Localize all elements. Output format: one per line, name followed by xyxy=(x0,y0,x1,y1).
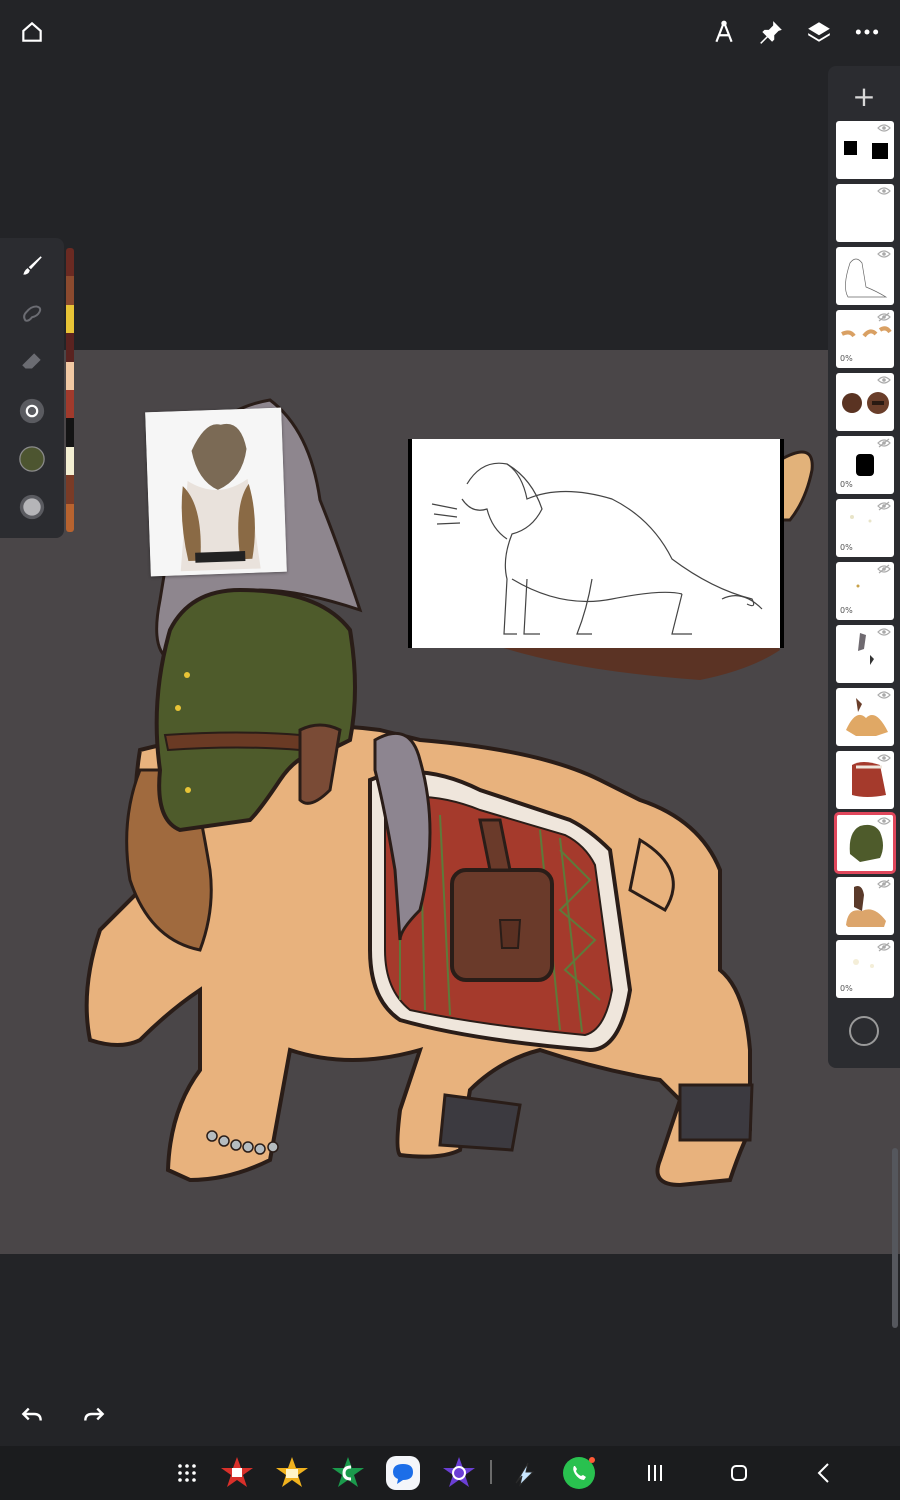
whatsapp-app-icon[interactable] xyxy=(560,1454,598,1492)
belt xyxy=(163,731,301,752)
system-nav-bar xyxy=(0,1446,900,1500)
eye-icon[interactable] xyxy=(877,690,891,700)
ruler-compass-icon[interactable] xyxy=(704,12,744,52)
layers-icon[interactable] xyxy=(799,12,839,52)
layer-opacity-label: 0% xyxy=(840,606,853,615)
undo-icon[interactable] xyxy=(12,1396,52,1432)
layer-thumbnail-1[interactable] xyxy=(836,121,894,179)
layer-options-button[interactable] xyxy=(849,1016,879,1046)
layer-thumbnail-6[interactable]: 0% xyxy=(836,436,894,494)
color-swatch[interactable] xyxy=(66,503,74,532)
eye-icon[interactable] xyxy=(877,753,891,763)
color-swatch[interactable] xyxy=(66,248,74,277)
button-2 xyxy=(175,705,181,711)
button-3 xyxy=(185,787,191,793)
color-swatch-strip xyxy=(66,248,74,532)
eraser-icon[interactable] xyxy=(12,342,52,382)
current-color-icon[interactable] xyxy=(12,439,52,479)
color-swatch[interactable] xyxy=(66,333,74,362)
color-swatch[interactable] xyxy=(66,418,74,447)
layer-thumbnail-8[interactable]: 0% xyxy=(836,562,894,620)
color-swatch[interactable] xyxy=(66,361,74,391)
layer-thumbnail-7[interactable]: 0% xyxy=(836,499,894,557)
color-swatch[interactable] xyxy=(66,446,74,476)
red-star-app-icon[interactable] xyxy=(218,1454,256,1492)
nav-divider xyxy=(490,1460,492,1484)
redo-icon[interactable] xyxy=(74,1396,114,1432)
back-icon[interactable] xyxy=(805,1454,843,1492)
messages-app-icon[interactable] xyxy=(384,1454,422,1492)
app-drawer-icon[interactable] xyxy=(168,1454,206,1492)
color-swatch[interactable] xyxy=(66,390,74,419)
home-button-icon[interactable] xyxy=(720,1454,758,1492)
reference-photo[interactable] xyxy=(145,407,287,577)
button-1 xyxy=(184,672,190,678)
eye-off-icon[interactable] xyxy=(877,879,891,889)
layer-thumbnail-2[interactable] xyxy=(836,184,894,242)
opacity-icon[interactable] xyxy=(12,487,52,527)
eye-off-icon[interactable] xyxy=(877,501,891,511)
yellow-star-app-icon[interactable] xyxy=(273,1454,311,1492)
bolt-app-icon[interactable] xyxy=(505,1454,543,1492)
tool-palette xyxy=(0,238,64,538)
eye-off-icon[interactable] xyxy=(877,438,891,448)
eye-icon[interactable] xyxy=(877,375,891,385)
paw-raised xyxy=(778,450,814,522)
smudge-icon[interactable] xyxy=(12,294,52,334)
brush-size-icon[interactable] xyxy=(12,391,52,431)
layer-thumbnail-10[interactable] xyxy=(836,688,894,746)
ankle-band-back xyxy=(678,1083,754,1142)
drawing-app: + 0% 0% 0% 0% 0% xyxy=(0,0,900,1500)
purple-app-icon[interactable] xyxy=(440,1454,478,1492)
green-star-app-icon[interactable] xyxy=(329,1454,367,1492)
layer-opacity-label: 0% xyxy=(840,984,853,993)
recents-icon[interactable] xyxy=(636,1454,674,1492)
layer-opacity-label: 0% xyxy=(840,480,853,489)
layer-thumbnail-11[interactable] xyxy=(836,751,894,809)
top-bar xyxy=(0,0,900,64)
pin-icon[interactable] xyxy=(751,12,791,52)
more-icon[interactable] xyxy=(847,12,887,52)
layer-thumbnail-4[interactable]: 0% xyxy=(836,310,894,368)
eye-off-icon[interactable] xyxy=(877,312,891,322)
layer-thumbnail-13[interactable] xyxy=(836,877,894,935)
color-swatch[interactable] xyxy=(66,276,74,305)
layer-thumbnail-5[interactable] xyxy=(836,373,894,431)
eye-off-icon[interactable] xyxy=(877,564,891,574)
ankle-band-front xyxy=(438,1093,522,1152)
layer-opacity-label: 0% xyxy=(840,543,853,552)
layers-panel: + 0% 0% 0% 0% 0% xyxy=(828,66,900,1068)
home-icon[interactable] xyxy=(12,12,52,52)
eye-icon[interactable] xyxy=(877,123,891,133)
eye-off-icon[interactable] xyxy=(877,942,891,952)
reference-sketch[interactable] xyxy=(412,439,780,648)
color-swatch[interactable] xyxy=(66,475,74,504)
eye-icon[interactable] xyxy=(877,186,891,196)
layer-thumbnail-9[interactable] xyxy=(836,625,894,683)
layer-thumbnail-14[interactable]: 0% xyxy=(836,940,894,998)
color-swatch[interactable] xyxy=(66,304,74,334)
drawing-canvas[interactable] xyxy=(0,350,900,1254)
eye-icon[interactable] xyxy=(877,816,891,826)
satchel-buckle xyxy=(498,919,522,949)
add-layer-button[interactable]: + xyxy=(844,76,884,116)
canvas-scrollbar[interactable] xyxy=(892,1148,898,1328)
brush-icon[interactable] xyxy=(12,246,52,286)
layer-thumbnail-3[interactable] xyxy=(836,247,894,305)
layer-thumbnail-12[interactable] xyxy=(834,812,896,874)
layer-opacity-label: 0% xyxy=(840,354,853,363)
eye-icon[interactable] xyxy=(877,249,891,259)
eye-icon[interactable] xyxy=(877,627,891,637)
